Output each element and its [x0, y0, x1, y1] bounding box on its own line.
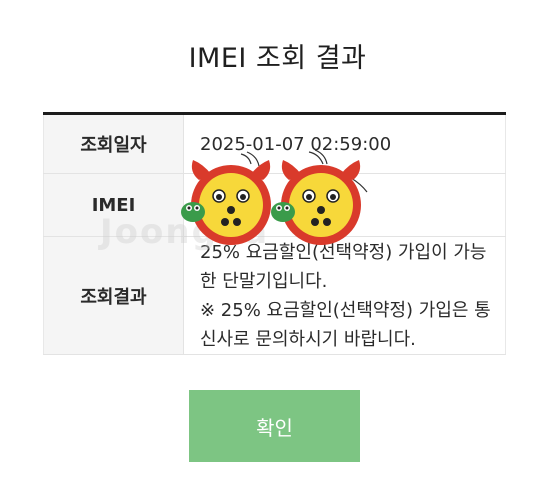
result-message: 25% 요금할인(선택약정) 가입이 가능한 단말기입니다. ※ 25% 요금할… — [200, 241, 491, 350]
table-row: 조회일자 2025-01-07 02:59:00 — [43, 113, 506, 174]
row-value-date: 2025-01-07 02:59:00 — [183, 113, 506, 174]
row-label-imei: IMEI — [43, 173, 184, 237]
result-table: 조회일자 2025-01-07 02:59:00 IMEI 조회결과 25% 요… — [43, 112, 506, 355]
row-value-result: 25% 요금할인(선택약정) 가입이 가능한 단말기입니다. ※ 25% 요금할… — [183, 236, 506, 355]
row-label-result: 조회결과 — [43, 236, 184, 355]
table-row: 조회결과 25% 요금할인(선택약정) 가입이 가능한 단말기입니다. ※ 25… — [43, 236, 506, 355]
row-label-date: 조회일자 — [43, 113, 184, 174]
row-value-imei — [183, 173, 506, 237]
confirm-button[interactable]: 확인 — [189, 390, 360, 462]
table-row: IMEI — [43, 173, 506, 237]
page-title: IMEI 조회 결과 — [188, 43, 367, 74]
